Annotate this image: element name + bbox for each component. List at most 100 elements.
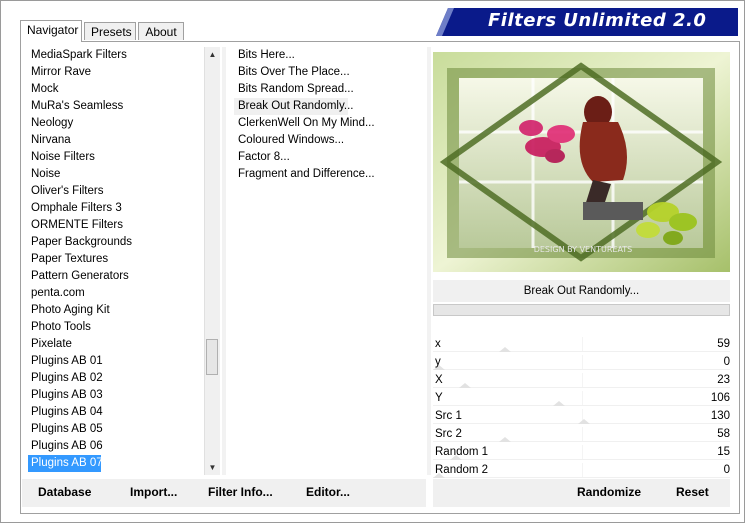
- slider-thumb[interactable]: [499, 347, 511, 352]
- category-item[interactable]: Mock: [28, 81, 203, 98]
- category-list[interactable]: MediaSpark Filters Mirror Rave Mock MuRa's …: [28, 47, 203, 475]
- param-name: y: [435, 356, 441, 368]
- param-name: Random 1: [435, 446, 489, 458]
- slider-center-tick: [582, 355, 583, 369]
- category-item[interactable]: Noise: [28, 166, 203, 183]
- reset-button[interactable]: Reset: [676, 485, 709, 499]
- param-name: Src 1: [435, 410, 462, 422]
- slider-center-tick: [582, 445, 583, 459]
- param-name: Src 2: [435, 428, 462, 440]
- param-value: 0: [723, 464, 730, 476]
- param-slider[interactable]: X 23: [433, 371, 730, 389]
- slider-center-tick: [582, 337, 583, 351]
- preview-artwork: DESIGN BY VENTUREATS: [433, 52, 730, 272]
- scroll-thumb[interactable]: [206, 339, 218, 375]
- param-slider[interactable]: x 59: [433, 335, 730, 353]
- filter-list[interactable]: Bits Here... Bits Over The Place... Bits R…: [234, 47, 424, 183]
- category-item[interactable]: Nirvana: [28, 132, 203, 149]
- slider-center-tick: [582, 373, 583, 387]
- filter-item[interactable]: Coloured Windows...: [234, 132, 424, 149]
- category-item[interactable]: Plugins AB 07: [28, 455, 103, 472]
- bottom-toolbar-right: Randomize Reset: [433, 479, 730, 507]
- tab-presets[interactable]: Presets: [84, 22, 136, 40]
- filter-info-button[interactable]: Filter Info...: [208, 485, 273, 499]
- category-item[interactable]: Plugins AB 01: [28, 353, 203, 370]
- param-name: Random 2: [435, 464, 489, 476]
- param-name: Y: [435, 392, 443, 404]
- slider-track: [433, 387, 730, 388]
- param-slider[interactable]: Random 2 0: [433, 461, 730, 479]
- filter-item[interactable]: ClerkenWell On My Mind...: [234, 115, 424, 132]
- scroll-up-icon[interactable]: ▲: [205, 47, 220, 62]
- category-item[interactable]: Plugins AB 05: [28, 421, 203, 438]
- param-value: 130: [710, 410, 730, 422]
- banner-title: Filters Unlimited 2.0: [488, 10, 707, 31]
- category-scrollbar[interactable]: ▲ ▼: [204, 47, 220, 475]
- param-value: 59: [717, 338, 730, 350]
- category-item[interactable]: Neology: [28, 115, 203, 132]
- param-value: 15: [717, 446, 730, 458]
- category-item[interactable]: Plugins AB 02: [28, 370, 203, 387]
- category-item[interactable]: Photo Aging Kit: [28, 302, 203, 319]
- slider-center-tick: [582, 391, 583, 405]
- param-name: x: [435, 338, 441, 350]
- param-slider[interactable]: Src 2 58: [433, 425, 730, 443]
- divider: [427, 47, 431, 475]
- category-item[interactable]: Paper Backgrounds: [28, 234, 203, 251]
- import-button[interactable]: Import...: [130, 485, 177, 499]
- category-item[interactable]: Mirror Rave: [28, 64, 203, 81]
- category-item[interactable]: ORMENTE Filters: [28, 217, 203, 234]
- param-value: 0: [723, 356, 730, 368]
- filter-item[interactable]: Bits Over The Place...: [234, 64, 424, 81]
- category-item[interactable]: Omphale Filters 3: [28, 200, 203, 217]
- divider: [222, 47, 226, 475]
- preview-image: DESIGN BY VENTUREATS: [433, 52, 730, 272]
- param-slider[interactable]: y0: [433, 353, 730, 371]
- filter-item[interactable]: Bits Here...: [234, 47, 424, 64]
- category-item[interactable]: Pixelate: [28, 336, 203, 353]
- param-value: 58: [717, 428, 730, 440]
- slider-thumb[interactable]: [553, 401, 565, 406]
- slider-track: [433, 441, 730, 442]
- preview-watermark: DESIGN BY VENTUREATS: [534, 245, 633, 254]
- filter-item[interactable]: Factor 8...: [234, 149, 424, 166]
- param-slider[interactable]: Y 106: [433, 389, 730, 407]
- category-item[interactable]: penta.com: [28, 285, 203, 302]
- slider-center-tick: [582, 427, 583, 441]
- category-item[interactable]: Pattern Generators: [28, 268, 203, 285]
- slider-thumb[interactable]: [499, 437, 511, 442]
- category-item[interactable]: MediaSpark Filters: [28, 47, 203, 64]
- parameter-sliders: x 59 y 0 X 23 Y 106 Src 1 130 Src 2 58 Random 1 15 Ran…: [433, 335, 730, 479]
- param-value: 23: [717, 374, 730, 386]
- selected-filter-name: Break Out Randomly...: [433, 280, 730, 302]
- editor-button[interactable]: Editor...: [306, 485, 350, 499]
- category-item[interactable]: MuRa's Seamless: [28, 98, 203, 115]
- slider-track: [433, 351, 730, 352]
- category-item[interactable]: Oliver's Filters: [28, 183, 203, 200]
- category-item[interactable]: Photo Tools: [28, 319, 203, 336]
- banner: Filters Unlimited 2.0: [436, 8, 738, 36]
- database-button[interactable]: Database: [38, 485, 91, 499]
- param-name: X: [435, 374, 443, 386]
- progress-bar: [433, 304, 730, 316]
- slider-thumb[interactable]: [578, 419, 590, 424]
- param-slider[interactable]: Src 1 130: [433, 407, 730, 425]
- filter-item[interactable]: Break Out Randomly...: [234, 98, 353, 115]
- category-item[interactable]: Plugins AB 06: [28, 438, 203, 455]
- tab-navigator[interactable]: Navigator: [20, 20, 82, 42]
- filter-item[interactable]: Bits Random Spread...: [234, 81, 424, 98]
- slider-track: [433, 405, 730, 406]
- randomize-button[interactable]: Randomize: [577, 485, 641, 499]
- category-item[interactable]: Noise Filters: [28, 149, 203, 166]
- filter-item[interactable]: Fragment and Difference...: [234, 166, 424, 183]
- category-item[interactable]: Plugins AB 04: [28, 404, 203, 421]
- category-item[interactable]: Paper Textures: [28, 251, 203, 268]
- param-slider[interactable]: Random 1 15: [433, 443, 730, 461]
- param-value: 106: [710, 392, 730, 404]
- slider-center-tick: [582, 463, 583, 477]
- category-item[interactable]: Plugins AB 03: [28, 387, 203, 404]
- bottom-toolbar: Database Import... Filter Info... Editor…: [22, 479, 426, 507]
- slider-thumb[interactable]: [459, 383, 471, 388]
- scroll-down-icon[interactable]: ▼: [205, 460, 220, 475]
- tab-about[interactable]: About: [138, 22, 184, 40]
